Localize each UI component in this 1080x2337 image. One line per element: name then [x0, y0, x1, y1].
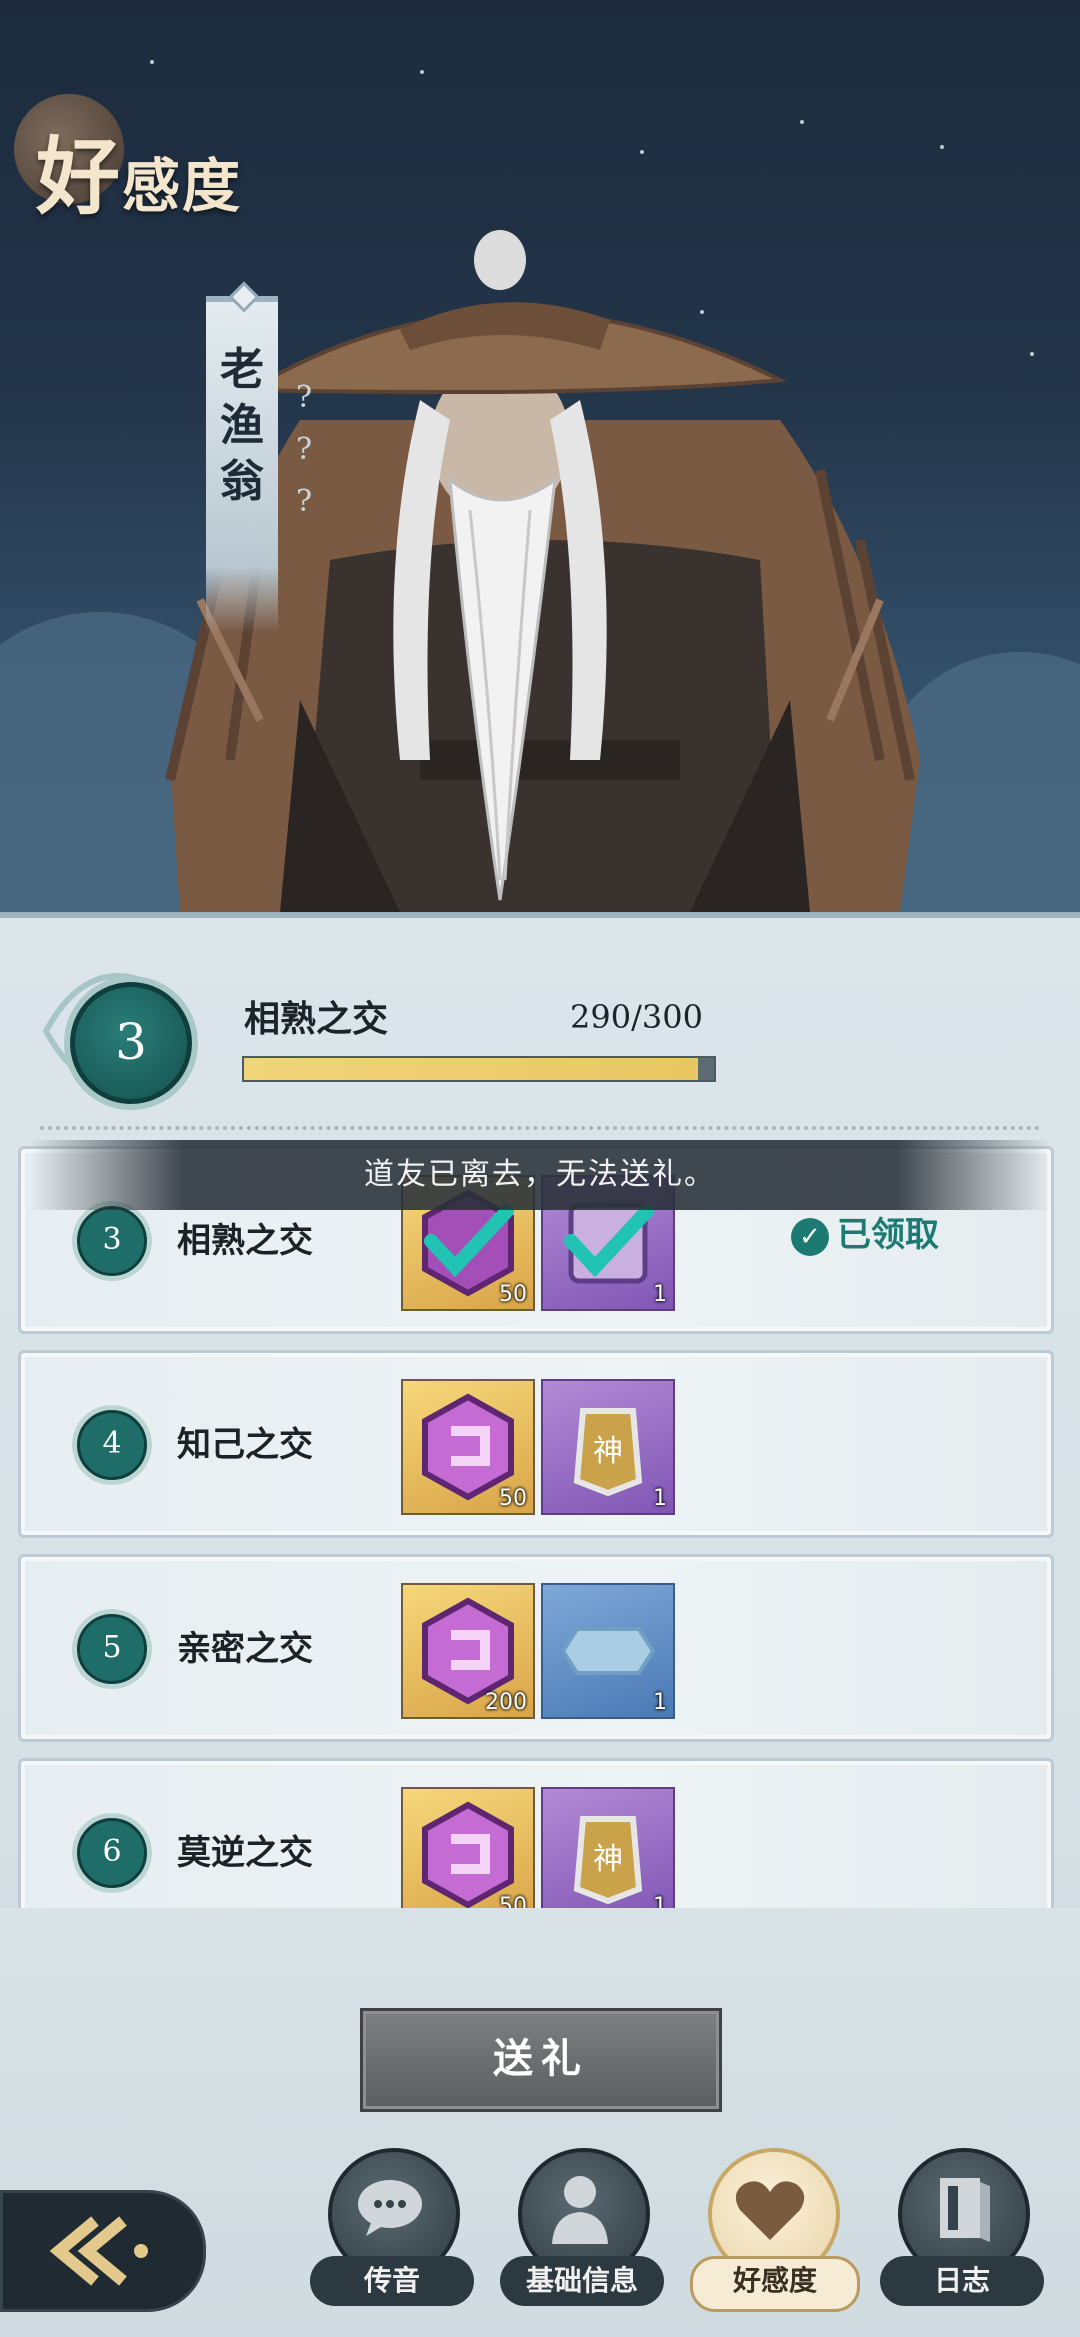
reward-item[interactable]: 50	[401, 1787, 535, 1908]
item-quantity: 50	[499, 1894, 527, 1908]
item-quantity: 50	[499, 1282, 527, 1307]
reward-list[interactable]: 3 相熟之交 50 1 ✓ 已领取 4 知己之交 50 神 1 5 亲密之交 2…	[0, 1146, 1080, 1908]
affinity-progress-bar	[242, 1056, 716, 1082]
toast-message: 道友已离去，无法送礼。	[30, 1140, 1050, 1210]
affinity-progress-text: 290/300	[570, 998, 703, 1036]
reward-row: 4 知己之交 50 神 1	[18, 1350, 1054, 1538]
nav-label: 好感度	[690, 2256, 860, 2312]
nav-message[interactable]: 传音	[310, 2148, 474, 2314]
heart-icon	[735, 2181, 805, 2240]
character-name: 老渔翁	[220, 344, 264, 507]
item-quantity: 50	[499, 1486, 527, 1511]
character-scene: 好感度 老渔翁 ? ? ?	[0, 0, 1080, 912]
affinity-progress-fill	[244, 1058, 699, 1080]
svg-text:神: 神	[593, 1434, 623, 1469]
nav-label: 基础信息	[500, 2256, 664, 2306]
reward-item[interactable]: 1	[541, 1583, 675, 1719]
check-circle-icon: ✓	[791, 1218, 829, 1256]
row-level-name: 知己之交	[177, 1425, 313, 1465]
reward-item[interactable]: 神 1	[541, 1379, 675, 1515]
row-level-name: 相熟之交	[177, 1221, 313, 1261]
title-small: 感度	[122, 152, 243, 220]
row-level-badge: 4	[77, 1410, 147, 1480]
unknown-mark: ?	[296, 380, 313, 415]
nav-label: 日志	[880, 2256, 1044, 2306]
person-icon	[552, 2176, 608, 2244]
nav-basic-info[interactable]: 基础信息	[500, 2148, 664, 2314]
nav-label: 传音	[310, 2256, 474, 2306]
item-quantity: 1	[653, 1282, 667, 1307]
item-quantity: 200	[485, 1690, 527, 1715]
send-gift-button[interactable]: 送礼	[360, 2008, 722, 2112]
current-level-badge: 3	[70, 982, 192, 1104]
reward-item[interactable]: 200	[401, 1583, 535, 1719]
item-quantity: 1	[653, 1690, 667, 1715]
row-level-badge: 5	[77, 1614, 147, 1684]
character-name-tag: 老渔翁	[206, 281, 278, 632]
reward-item[interactable]: 神 1	[541, 1787, 675, 1908]
nav-affinity[interactable]: 好感度	[690, 2148, 860, 2314]
item-quantity: 1	[653, 1894, 667, 1908]
journal-icon	[940, 2178, 990, 2242]
title-big: 好	[36, 127, 123, 226]
item-quantity: 1	[653, 1486, 667, 1511]
current-level-name: 相熟之交	[244, 998, 389, 1040]
claimed-label: 已领取	[837, 1215, 939, 1255]
svg-text:神: 神	[593, 1842, 623, 1877]
chat-bubble-icon	[358, 2180, 422, 2236]
row-level-name: 莫逆之交	[177, 1833, 313, 1873]
reward-row: 6 莫逆之交 50 神 1	[18, 1758, 1054, 1908]
affinity-panel: 3 相熟之交 290/300 3 相熟之交 50 1 ✓已领取 4 知己之交	[0, 912, 1080, 2337]
row-level-name: 亲密之交	[177, 1629, 313, 1669]
nav-journal[interactable]: 日志	[880, 2148, 1044, 2314]
divider	[40, 1126, 1040, 1130]
unknown-mark: ?	[296, 432, 313, 467]
claimed-status: ✓ 已领取	[791, 1207, 939, 1256]
row-level-badge: 6	[77, 1818, 147, 1888]
unknown-mark: ?	[296, 484, 313, 519]
page-title: 好感度	[36, 110, 242, 231]
reward-row: 5 亲密之交 200 1	[18, 1554, 1054, 1742]
back-button[interactable]	[0, 2190, 206, 2312]
row-level-badge: 3	[77, 1206, 147, 1276]
reward-item[interactable]: 50	[401, 1379, 535, 1515]
unknown-attributes: ? ? ?	[296, 372, 312, 528]
back-arrow-icon	[49, 2216, 148, 2286]
